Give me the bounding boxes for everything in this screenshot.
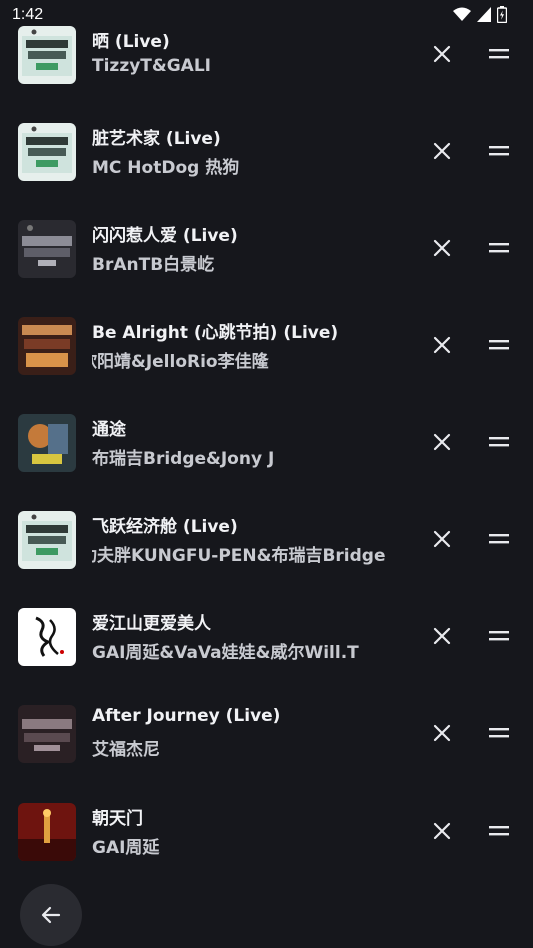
remove-track-button[interactable]: [428, 428, 456, 456]
back-button[interactable]: [20, 884, 82, 946]
drag-handle-icon: [489, 826, 509, 836]
drag-handle-button[interactable]: [484, 40, 514, 68]
album-cover: [18, 511, 76, 569]
drag-handle-button[interactable]: [484, 331, 514, 359]
close-icon: [433, 627, 451, 645]
album-cover: [18, 220, 76, 278]
track-title: 爱江山更爱美人: [92, 614, 211, 634]
drag-handle-icon: [489, 437, 509, 447]
close-icon: [433, 239, 451, 257]
drag-handle-button[interactable]: [484, 719, 514, 747]
remove-track-button[interactable]: [428, 525, 456, 553]
drag-handle-button[interactable]: [484, 622, 514, 650]
close-icon: [433, 433, 451, 451]
remove-track-button[interactable]: [428, 234, 456, 262]
drag-handle-icon: [489, 340, 509, 350]
track-row[interactable]: 爱江山更爱美人 GAI周延&VaVa娃娃&威尔Will.T: [0, 608, 533, 705]
track-artist: 布瑞吉Bridge&Jony J: [92, 449, 275, 469]
remove-track-button[interactable]: [428, 622, 456, 650]
battery-icon: [497, 6, 507, 23]
remove-track-button[interactable]: [428, 40, 456, 68]
track-row[interactable]: 朝天门 GAI周延: [0, 803, 533, 900]
track-title: Be Alright (心跳节拍) (Live): [92, 323, 339, 343]
track-artist: GAI周延&VaVa娃娃&威尔Will.T: [92, 643, 359, 663]
remove-track-button[interactable]: [428, 817, 456, 845]
close-icon: [433, 822, 451, 840]
drag-handle-icon: [489, 534, 509, 544]
cellular-signal-icon: [477, 7, 491, 22]
drag-handle-button[interactable]: [484, 525, 514, 553]
track-artist-text: 欧阳靖&JelloRio李佳隆: [92, 352, 269, 372]
album-cover: [18, 26, 76, 84]
track-title: 通途: [92, 420, 126, 440]
track-artist: BrAnTB白景屹: [92, 255, 215, 275]
track-row[interactable]: 晒 (Live) TizzyT&GALI: [0, 26, 533, 123]
track-row[interactable]: Be Alright (心跳节拍) (Live) 欧阳靖&JelloRio李佳隆: [0, 317, 533, 414]
track-artist: 欧阳靖&JelloRio李佳隆: [92, 347, 400, 372]
back-arrow-icon: [41, 906, 61, 924]
remove-track-button[interactable]: [428, 719, 456, 747]
drag-handle-button[interactable]: [484, 234, 514, 262]
drag-handle-icon: [489, 728, 509, 738]
close-icon: [433, 142, 451, 160]
remove-track-button[interactable]: [428, 331, 456, 359]
track-artist: MC HotDog 热狗: [92, 158, 240, 178]
close-icon: [433, 45, 451, 63]
track-artist: 艾福杰尼: [92, 740, 160, 760]
track-title: 晒 (Live): [92, 32, 170, 52]
track-row[interactable]: 脏艺术家 (Live) MC HotDog 热狗: [0, 123, 533, 220]
album-cover: [18, 803, 76, 861]
drag-handle-icon: [489, 49, 509, 59]
close-icon: [433, 530, 451, 548]
track-title: 飞跃经济舱 (Live): [92, 517, 238, 537]
wifi-icon: [453, 7, 471, 22]
track-row[interactable]: 闪闪惹人爱 (Live) BrAnTB白景屹: [0, 220, 533, 317]
album-cover: [18, 608, 76, 666]
status-time: 1:42: [12, 6, 44, 23]
drag-handle-button[interactable]: [484, 137, 514, 165]
close-icon: [433, 724, 451, 742]
track-artist: GAI周延: [92, 838, 160, 858]
status-icons: [453, 6, 507, 23]
track-artist-text: 功夫胖KUNGFU-PEN&布瑞吉Bridge: [92, 546, 386, 566]
track-title: 脏艺术家 (Live): [92, 129, 221, 149]
album-cover: [18, 705, 76, 763]
track-row[interactable]: 通途 布瑞吉Bridge&Jony J: [0, 414, 533, 511]
album-cover: [18, 123, 76, 181]
close-icon: [433, 336, 451, 354]
album-cover: [18, 317, 76, 375]
drag-handle-button[interactable]: [484, 817, 514, 845]
drag-handle-button[interactable]: [484, 428, 514, 456]
drag-handle-icon: [489, 631, 509, 641]
track-row[interactable]: 飞跃经济舱 (Live) 功夫胖KUNGFU-PEN&布瑞吉Bridge: [0, 511, 533, 608]
track-row[interactable]: After Journey (Live) 艾福杰尼: [0, 705, 533, 802]
track-title: 闪闪惹人爱 (Live): [92, 226, 238, 246]
track-title: 朝天门: [92, 809, 143, 829]
album-cover: [18, 414, 76, 472]
drag-handle-icon: [489, 243, 509, 253]
track-artist: TizzyT&GALI: [92, 56, 211, 76]
drag-handle-icon: [489, 146, 509, 156]
track-title: After Journey (Live): [92, 706, 281, 726]
track-artist: 功夫胖KUNGFU-PEN&布瑞吉Bridge: [92, 541, 400, 566]
remove-track-button[interactable]: [428, 137, 456, 165]
